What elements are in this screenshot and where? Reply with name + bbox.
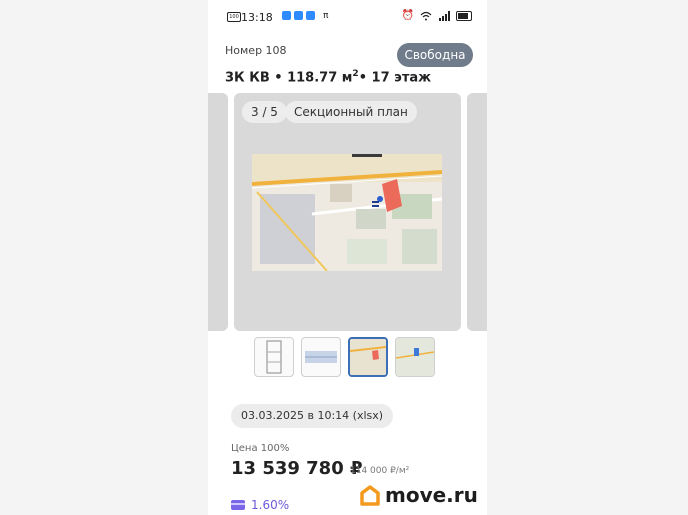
update-date-chip: 03.03.2025 в 10:14 (xlsx) <box>231 404 394 428</box>
card-icon <box>231 500 245 510</box>
logo-text: move.ru <box>385 483 478 507</box>
app-notification-icon <box>306 11 315 20</box>
gallery-slide[interactable]: 3 / 5 Секционный план <box>234 93 461 331</box>
watermark-logo: move.ru <box>359 483 478 507</box>
slide-counter: 3 / 5 <box>242 101 287 123</box>
thumbnail-strip <box>254 337 435 377</box>
app-notification-icon <box>282 11 291 20</box>
previous-slide[interactable] <box>208 93 228 331</box>
battery-saver-icon: 100 <box>227 12 241 22</box>
site-map-image[interactable] <box>252 154 442 271</box>
mortgage-rate[interactable]: 1.60% <box>231 498 289 512</box>
rate-value: 1.60% <box>251 498 290 512</box>
next-slide[interactable] <box>467 93 487 331</box>
price: 13 539 780 ₽ <box>231 458 363 479</box>
availability-badge[interactable]: Свободна <box>397 43 473 67</box>
house-logo-icon <box>360 485 380 506</box>
thumbnail-floor-plan[interactable] <box>254 337 294 377</box>
alarm-icon: ⏰ <box>401 10 414 21</box>
plan-type-chip: Секционный план <box>285 101 417 123</box>
status-bar: 100 13:18 π ⏰ <box>208 0 487 32</box>
phone-screen: 100 13:18 π ⏰ Номер 108 Свободна 3К КВ •… <box>208 0 487 515</box>
price-per-m2: 114 000 ₽/м² <box>350 466 410 476</box>
notification-icons <box>282 11 315 20</box>
price-label: Цена 100% <box>231 443 290 454</box>
thumbnail-section-plan[interactable] <box>348 337 388 377</box>
thumbnail-location-map[interactable] <box>395 337 435 377</box>
clock: 13:18 <box>241 11 273 24</box>
unit-number: Номер 108 <box>225 44 287 57</box>
thumbnail-building-plan[interactable] <box>301 337 341 377</box>
pi-icon: π <box>323 11 329 21</box>
system-icons: ⏰ <box>402 10 472 21</box>
battery-icon <box>456 10 472 21</box>
app-notification-icon <box>294 11 303 20</box>
signal-icon <box>439 10 450 21</box>
wifi-icon <box>420 11 432 20</box>
unit-title: 3К КВ • 118.77 м2• 17 этаж <box>225 69 432 86</box>
